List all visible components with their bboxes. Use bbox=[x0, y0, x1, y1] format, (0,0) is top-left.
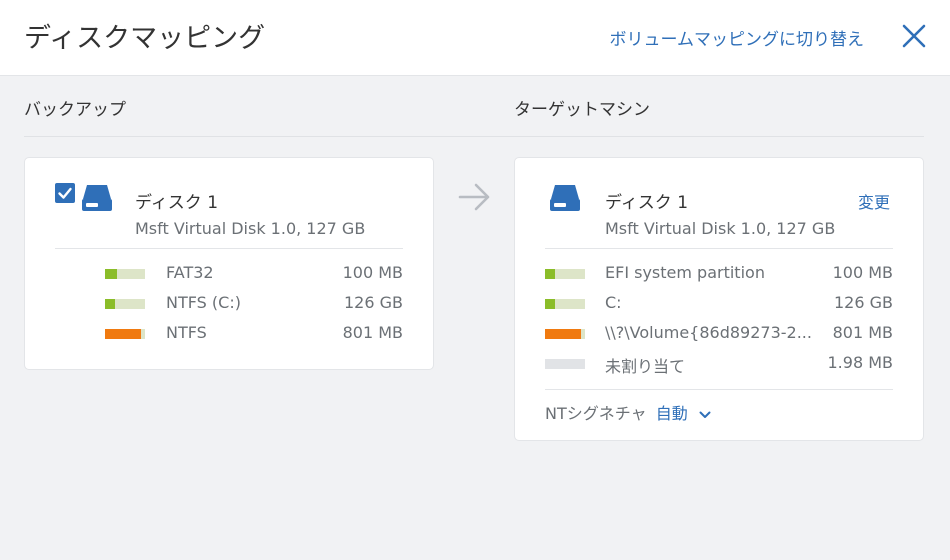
partition-usage-bar bbox=[105, 329, 145, 339]
backup-disk-info: Msft Virtual Disk 1.0, 127 GB bbox=[135, 219, 366, 238]
partition-usage-bar bbox=[545, 299, 585, 309]
separator bbox=[545, 248, 893, 249]
close-icon[interactable] bbox=[900, 22, 928, 50]
chevron-down-icon[interactable] bbox=[699, 405, 711, 424]
separator bbox=[55, 248, 403, 249]
partition-size: 801 MB bbox=[342, 323, 403, 342]
partition-size: 100 MB bbox=[342, 263, 403, 282]
change-disk-link[interactable]: 変更 bbox=[858, 189, 890, 213]
disk-checkbox[interactable] bbox=[55, 183, 75, 203]
partition-row: NTFS 801 MB bbox=[25, 319, 433, 349]
partition-name: EFI system partition bbox=[605, 263, 765, 282]
partition-row: C: 126 GB bbox=[515, 289, 923, 319]
partition-usage-bar bbox=[105, 269, 145, 279]
partition-row: FAT32 100 MB bbox=[25, 259, 433, 289]
nt-signature-dropdown[interactable]: 自動 bbox=[656, 404, 688, 423]
partition-size: 1.98 MB bbox=[827, 353, 894, 372]
backup-disk-name: ディスク 1 bbox=[135, 193, 219, 213]
check-icon bbox=[58, 187, 72, 199]
partition-row: NTFS (C:) 126 GB bbox=[25, 289, 433, 319]
nt-signature-row: NTシグネチャ 自動 bbox=[545, 400, 711, 424]
partition-name: NTFS bbox=[166, 323, 207, 342]
partition-usage-bar bbox=[545, 329, 585, 339]
arrow-right-icon bbox=[458, 181, 492, 213]
backup-column-label: バックアップ bbox=[24, 100, 126, 120]
page-title: ディスクマッピング bbox=[24, 23, 266, 54]
partition-row: EFI system partition 100 MB bbox=[515, 259, 923, 289]
partition-size: 126 GB bbox=[344, 293, 403, 312]
partition-row: 未割り当て 1.98 MB bbox=[515, 349, 923, 379]
target-disk-name: ディスク 1 bbox=[605, 193, 689, 213]
partition-usage-bar bbox=[105, 299, 145, 309]
partition-usage-bar bbox=[545, 359, 585, 369]
partition-size: 126 GB bbox=[834, 293, 893, 312]
partition-name: C: bbox=[605, 293, 622, 312]
partition-name: FAT32 bbox=[166, 263, 214, 282]
divider bbox=[24, 136, 924, 137]
partition-row: \\?\Volume{86d89273-2... 801 MB bbox=[515, 319, 923, 349]
dialog-header: ディスクマッピング ボリュームマッピングに切り替え bbox=[0, 0, 950, 76]
separator bbox=[545, 389, 893, 390]
target-column-label: ターゲットマシン bbox=[514, 100, 650, 120]
hard-disk-icon bbox=[549, 181, 581, 213]
partition-size: 801 MB bbox=[832, 323, 893, 342]
backup-disk-card: ディスク 1 Msft Virtual Disk 1.0, 127 GB FAT… bbox=[24, 157, 434, 370]
target-disk-card: ディスク 1 変更 Msft Virtual Disk 1.0, 127 GB … bbox=[514, 157, 924, 441]
partition-name: 未割り当て bbox=[605, 357, 686, 376]
partition-usage-bar bbox=[545, 269, 585, 279]
switch-to-volume-mapping-link[interactable]: ボリュームマッピングに切り替え bbox=[610, 25, 865, 50]
nt-signature-label: NTシグネチャ bbox=[545, 404, 647, 423]
target-disk-info: Msft Virtual Disk 1.0, 127 GB bbox=[605, 219, 836, 238]
partition-name: NTFS (C:) bbox=[166, 293, 241, 312]
partition-size: 100 MB bbox=[832, 263, 893, 282]
hard-disk-icon bbox=[81, 181, 113, 213]
